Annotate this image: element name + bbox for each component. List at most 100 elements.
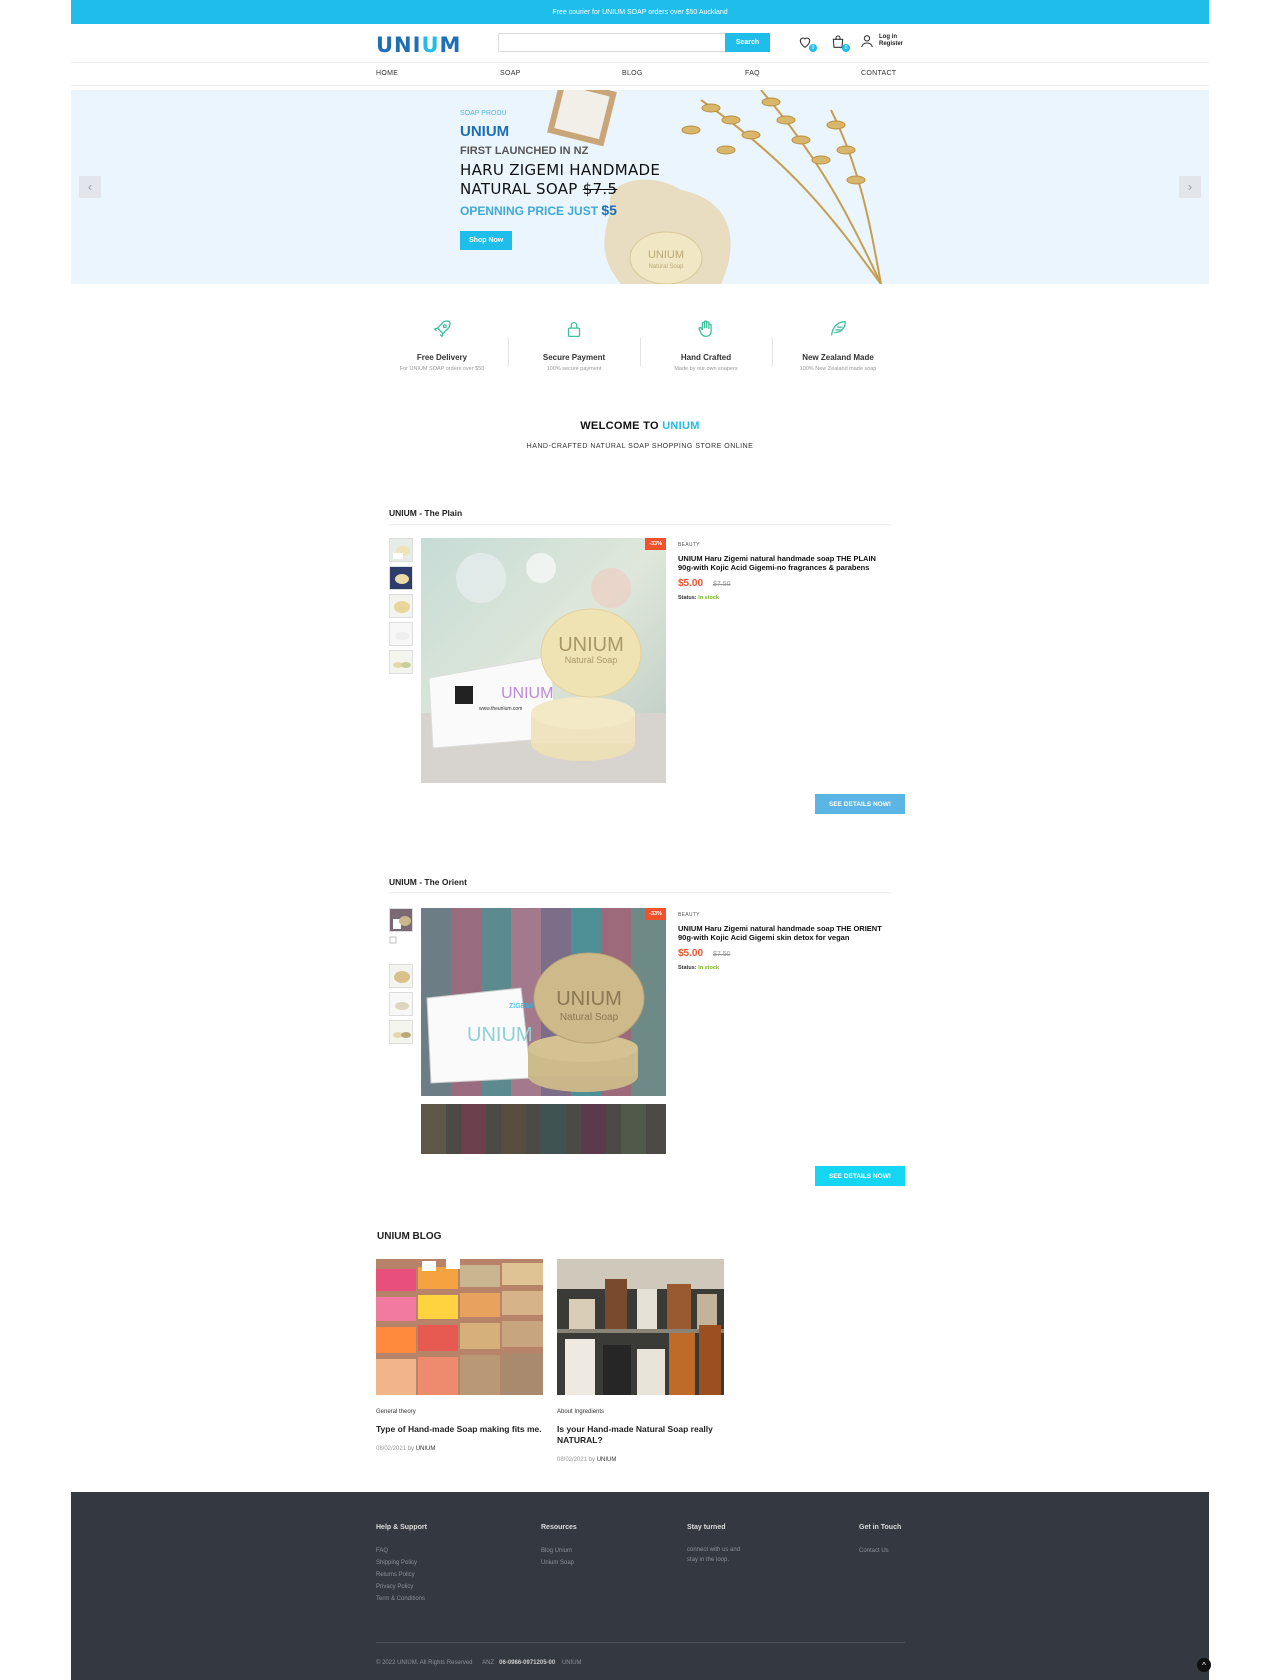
blog-post-meta: 08/02/2021 by UNIUM xyxy=(376,1446,436,1452)
product-thumbnail[interactable] xyxy=(389,992,413,1016)
hero-old-price: $7.5 xyxy=(582,180,618,198)
product-section-title: UNIUM - The Plain xyxy=(389,508,463,518)
hero-price: $5 xyxy=(601,202,617,218)
cart-count: 0 xyxy=(842,44,850,52)
chevron-left-icon: ‹ xyxy=(88,180,92,194)
product-thumbnail[interactable] xyxy=(389,594,413,618)
footer-link-privacy[interactable]: Privacy Policy xyxy=(376,1584,427,1590)
footer-touch-column: Get in Touch Contact Us xyxy=(859,1524,901,1554)
feather-icon xyxy=(830,321,846,336)
blog-post-category[interactable]: About Ingredients xyxy=(557,1409,724,1415)
wishlist-count: 0 xyxy=(809,44,817,52)
feature-hand-crafted: Hand Crafted Made by our own soapers xyxy=(641,318,771,372)
see-details-button[interactable]: SEE DETAILS NOW! xyxy=(815,1166,905,1186)
search-input[interactable] xyxy=(498,33,725,52)
footer-stay-text: connect with us and stay in the loop. xyxy=(687,1547,741,1563)
blog-post-title[interactable]: Type of Hand-made Soap making fits me. xyxy=(376,1424,543,1435)
product-name[interactable]: UNIUM Haru Zigemi natural handmade soap … xyxy=(678,554,883,572)
register-link[interactable]: Register xyxy=(879,41,903,48)
product-thumbnail[interactable] xyxy=(389,622,413,646)
product-thumbnail[interactable] xyxy=(389,908,413,932)
footer-stay-column: Stay turned connect with us and stay in t… xyxy=(687,1524,740,1565)
wishlist-button[interactable]: 0 xyxy=(797,34,817,52)
product-section-orient: UNIUM - The Orient ZIGEMI UNIUM UNIUM Na… xyxy=(71,870,1209,1200)
product-thumbnail[interactable] xyxy=(389,936,413,960)
blog-post-image[interactable] xyxy=(557,1259,724,1395)
login-link[interactable]: Log in xyxy=(879,34,903,41)
shop-now-button[interactable]: Shop Now xyxy=(460,231,513,250)
hero-slider: ‹ › UNIUM Natural Soap SOAP PRODU UNIUM … xyxy=(71,90,1209,284)
back-to-top-button[interactable]: ^ xyxy=(1197,1658,1211,1672)
footer-resources-column: Resources Blog Unium Unium Soap xyxy=(541,1524,577,1566)
hero-title: HARU ZIGEMI HANDMADE NATURAL SOAP $7.5 xyxy=(460,161,661,198)
product-gallery-strip[interactable] xyxy=(421,1104,666,1154)
product-category[interactable]: BEAUTY xyxy=(678,912,883,918)
hero-kicker: SOAP PRODU xyxy=(460,110,507,117)
discount-badge: -33% xyxy=(645,538,666,550)
hero-brand: UNIUM xyxy=(460,123,510,140)
footer-heading: Resources xyxy=(541,1524,577,1531)
product-thumbnail[interactable] xyxy=(389,566,413,590)
rocket-icon xyxy=(433,320,451,338)
product-section-title: UNIUM - The Orient xyxy=(389,877,467,887)
discount-badge: -33% xyxy=(645,908,666,920)
chevron-up-icon: ^ xyxy=(1202,1660,1206,1670)
feature-nz-made: New Zealand Made 100% New Zealand made s… xyxy=(773,318,903,372)
blog-post[interactable]: About Ingredients Is your Hand-made Natu… xyxy=(557,1259,724,1463)
nav-faq[interactable]: FAQ xyxy=(745,70,760,77)
blog-post[interactable]: General theory Type of Hand-made Soap ma… xyxy=(376,1259,543,1452)
nav-home[interactable]: HOME xyxy=(376,70,398,77)
product-name[interactable]: UNIUM Haru Zigemi natural handmade soap … xyxy=(678,924,883,942)
footer-link-blog[interactable]: Blog Unium xyxy=(541,1548,577,1554)
welcome-subheading: HAND-CRAFTED NATURAL SOAP SHOPPING STORE… xyxy=(526,443,754,450)
product-thumbnail[interactable] xyxy=(389,538,413,562)
site-logo[interactable]: UNIUM xyxy=(376,33,461,57)
feature-strip: Free Delivery For UNIUM SOAP orders over… xyxy=(71,318,1209,378)
slider-prev-button[interactable]: ‹ xyxy=(79,176,101,198)
product-thumbnail[interactable] xyxy=(389,1020,413,1044)
footer-link-terms[interactable]: Term & Conditions xyxy=(376,1596,427,1602)
product-info: BEAUTY UNIUM Haru Zigemi natural handmad… xyxy=(678,542,883,601)
product-main-image[interactable]: UNIUM www.theunium.com UNIUM Natural Soa… xyxy=(421,538,666,783)
footer-link-faq[interactable]: FAQ xyxy=(376,1548,427,1554)
hero-stamp-sub: Natural Soap xyxy=(648,264,684,270)
search-button[interactable]: Search xyxy=(725,33,770,52)
welcome-section: WELCOME TO UNIUM HAND-CRAFTED NATURAL SO… xyxy=(71,420,1209,450)
bank-number: 06-0986-0971205-00 xyxy=(499,1660,556,1666)
chevron-right-icon: › xyxy=(1188,180,1192,194)
product-thumbnail[interactable] xyxy=(389,650,413,674)
bank-label: ANZ xyxy=(482,1660,495,1666)
blog-post-image[interactable] xyxy=(376,1259,543,1395)
account-menu[interactable]: Log in Register xyxy=(859,33,903,49)
stock-status: Status: In stock xyxy=(678,595,719,601)
product-category[interactable]: BEAUTY xyxy=(678,542,883,548)
see-details-button[interactable]: SEE DETAILS NOW! xyxy=(815,794,905,814)
footer-heading: Get in Touch xyxy=(859,1524,902,1531)
product-thumbnail[interactable] xyxy=(389,964,413,988)
product-price: $5.00 $7.50 xyxy=(678,948,731,959)
soap-stamp-sub: Natural Soap xyxy=(560,1012,619,1023)
stock-status: Status: In stock xyxy=(678,965,719,971)
hero-stamp: UNIUM xyxy=(648,249,684,261)
footer-link-contact[interactable]: Contact Us xyxy=(859,1548,901,1554)
nav-blog[interactable]: BLOG xyxy=(622,70,643,77)
nav-soap[interactable]: SOAP xyxy=(500,70,521,77)
box-logo-text: UNIUM xyxy=(467,1024,533,1046)
cart-button[interactable]: 0 xyxy=(830,34,850,52)
product-old-price: $7.50 xyxy=(713,951,731,958)
user-icon xyxy=(861,35,873,48)
slider-next-button[interactable]: › xyxy=(1179,176,1201,198)
footer-link-returns[interactable]: Returns Policy xyxy=(376,1572,427,1578)
blog-post-title[interactable]: Is your Hand-made Natural Soap really NA… xyxy=(557,1424,724,1446)
product-old-price: $7.50 xyxy=(713,581,731,588)
product-main-image[interactable]: ZIGEMI UNIUM UNIUM Natural Soap -33% xyxy=(421,908,666,1096)
product-info: BEAUTY UNIUM Haru Zigemi natural handmad… xyxy=(678,912,883,971)
footer-link-shipping[interactable]: Shipping Policy xyxy=(376,1560,427,1566)
blog-post-category[interactable]: General theory xyxy=(376,1409,543,1415)
blog-heading: UNIUM BLOG xyxy=(377,1231,442,1242)
search-bar: Search xyxy=(498,33,770,52)
promo-bar: Free courier for UNIUM SOAP orders over … xyxy=(71,0,1209,24)
nav-contact[interactable]: CONTACT xyxy=(861,70,896,77)
hand-icon xyxy=(698,320,712,337)
footer-link-soap[interactable]: Unium Soap xyxy=(541,1560,577,1566)
